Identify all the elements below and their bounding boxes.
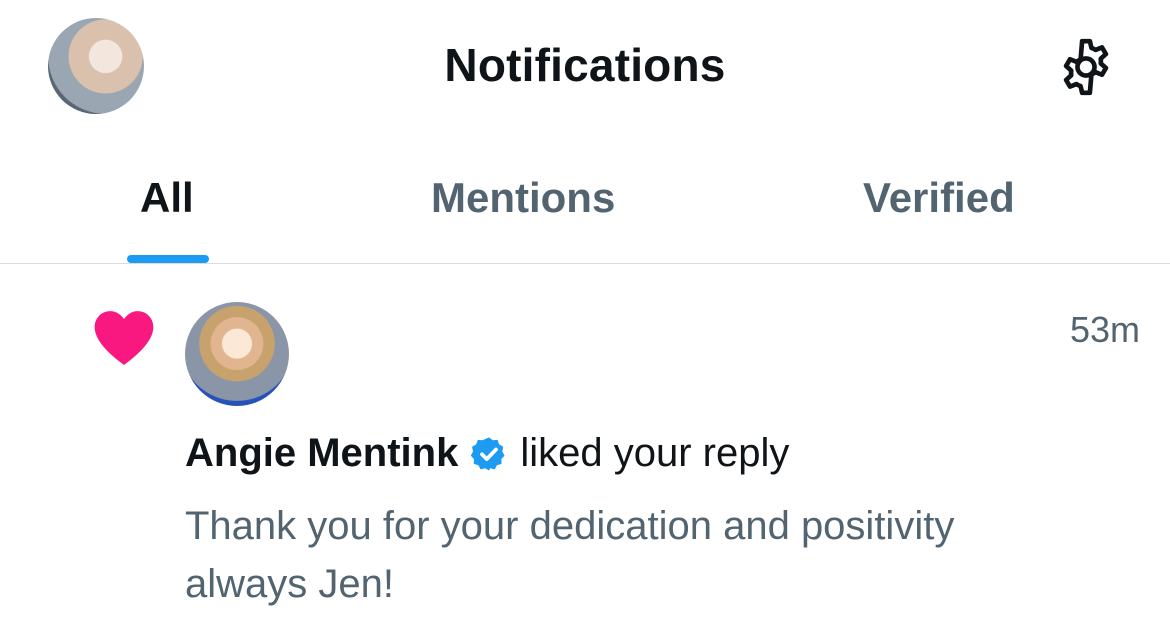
heart-icon: [92, 307, 156, 367]
active-tab-indicator: [127, 255, 209, 263]
notification-item[interactable]: 53m Angie Mentink liked your reply Thank…: [0, 265, 1170, 631]
notification-action: liked your reply: [520, 431, 790, 475]
notification-tabs: All Mentions Verified: [0, 136, 1170, 264]
tab-all[interactable]: All: [140, 174, 194, 222]
notification-headline: Angie Mentink liked your reply: [185, 431, 789, 476]
user-avatar[interactable]: [185, 302, 289, 406]
reply-text: Thank you for your dedication and positi…: [185, 504, 955, 606]
tab-verified[interactable]: Verified: [863, 174, 1015, 222]
user-name[interactable]: Angie Mentink: [185, 431, 458, 476]
page-title: Notifications: [444, 39, 726, 91]
gear-icon[interactable]: [1053, 34, 1119, 100]
notification-time: 53m: [1069, 309, 1140, 350]
verified-badge-icon: [470, 435, 508, 473]
tab-mentions[interactable]: Mentions: [431, 174, 615, 222]
top-bar: Notifications: [0, 0, 1170, 136]
